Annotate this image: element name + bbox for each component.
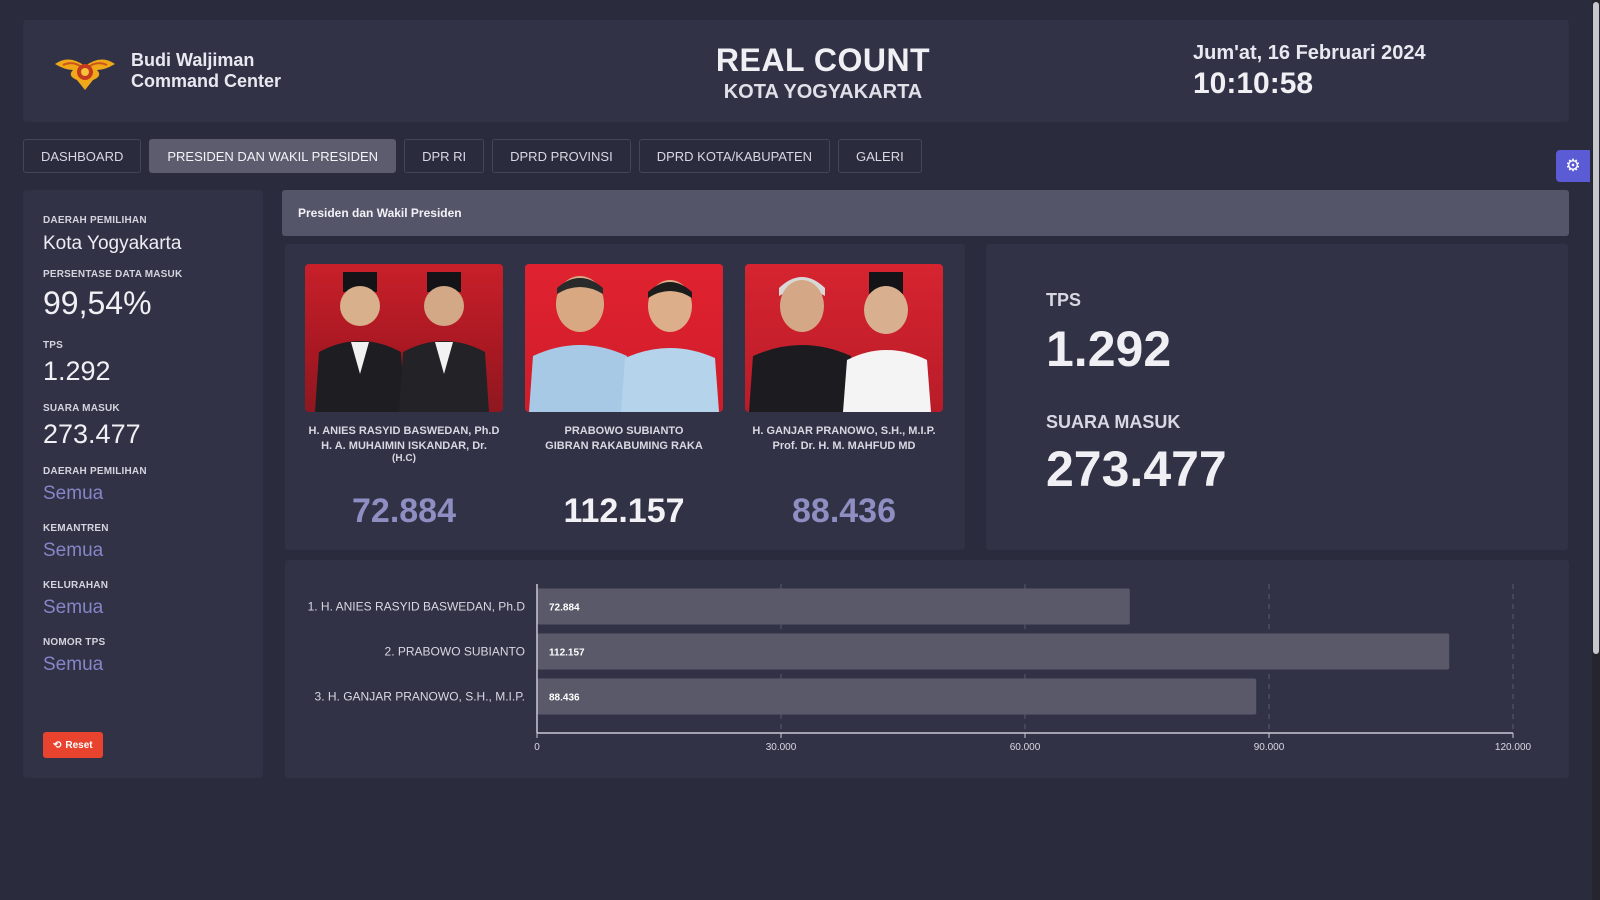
vote-bar-chart: 72.884 1. H. ANIES RASYID BASWEDAN, Ph.D 1… [308,584,1532,753]
tab-dprd-kota[interactable]: DPRD KOTA/KABUPATEN [638,139,831,173]
summary-panel: TPS 1.292 SUARA MASUK 273.477 [986,244,1568,550]
persen-label: PERSENTASE DATA MASUK [43,269,183,280]
brand-name: Budi Waljiman Command Center [131,50,281,92]
candidate-1-president: H. ANIES RASYID BASWEDAN, Ph.D [308,425,500,437]
tab-dashboard[interactable]: DASHBOARD [23,139,142,173]
current-time: 10:10:58 [1193,67,1314,100]
reset-label: Reset [65,739,93,751]
settings-button[interactable]: ⚙ [1556,150,1590,182]
dapil-label: DAERAH PEMILIHAN [43,215,147,226]
chart-bar [537,633,1450,670]
filter-sidebar: DAERAH PEMILIHAN Kota Yogyakarta PERSENT… [23,190,263,778]
chart-tick-label: 30.000 [766,742,797,753]
page-title: REAL COUNT KOTA YOGYAKARTA [603,42,1043,104]
filter-dapil-select[interactable]: Semua [43,483,243,505]
brand-line-1: Budi Waljiman [131,50,255,70]
candidate-photo-2 [525,264,723,412]
filter-tps-select[interactable]: Semua [43,654,243,676]
nav-tabs: DASHBOARD PRESIDEN DAN WAKIL PRESIDEN DP… [23,139,922,173]
chart-category-label: 1. H. ANIES RASYID BASWEDAN, Ph.D [308,600,526,614]
tab-presiden[interactable]: PRESIDEN DAN WAKIL PRESIDEN [149,139,397,173]
chart-tick-label: 90.000 [1254,742,1285,753]
candidate-3-president: H. GANJAR PRANOWO, S.H., M.I.P. [752,425,936,437]
title-subtitle: KOTA YOGYAKARTA [723,81,923,103]
chart-tick-label: 60.000 [1010,742,1041,753]
tab-dpr-ri[interactable]: DPR RI [404,139,485,173]
summary-tps-label: TPS [1046,290,1082,310]
candidate-card-1: H. ANIES RASYID BASWEDAN, Ph.D H. A. MUH… [305,264,503,531]
tab-dprd-provinsi[interactable]: DPRD PROVINSI [492,139,631,173]
reset-icon: ⟲ [53,739,62,751]
chart-category-label: 3. H. GANJAR PRANOWO, S.H., M.I.P. [315,690,525,704]
candidate-card-2: PRABOWO SUBIANTO GIBRAN RAKABUMING RAKA … [525,264,723,531]
filter-kelurahan-label: KELURAHAN [43,580,109,591]
candidate-photo-1 [305,264,503,412]
candidate-2-votes: 112.157 [563,492,685,530]
filter-dapil-label: DAERAH PEMILIHAN [43,466,147,477]
filter-kemantren-label: KEMANTREN [43,523,109,534]
filter-kemantren-select[interactable]: Semua [43,540,243,562]
candidates-panel: H. ANIES RASYID BASWEDAN, Ph.D H. A. MUH… [285,244,965,550]
chart-bar-value-label: 88.436 [549,693,580,704]
chart-bar [537,588,1130,625]
candidate-3-votes: 88.436 [792,492,896,530]
brand-line-2: Command Center [131,71,282,91]
candidate-2-vice: GIBRAN RAKABUMING RAKA [545,440,703,452]
filter-tps-label: NOMOR TPS [43,637,106,648]
candidate-1-vice-suffix: (H.C) [392,453,416,464]
gear-icon: ⚙ [1565,156,1581,175]
summary-suara-value: 273.477 [1046,441,1227,497]
candidate-photo-3 [745,264,943,412]
chart-bar-value-label: 72.884 [549,603,580,614]
candidate-2-president: PRABOWO SUBIANTO [564,425,684,437]
garuda-logo-icon [55,59,115,90]
candidate-1-vice: H. A. MUHAIMIN ISKANDAR, Dr. [321,440,487,452]
current-date: Jum'at, 16 Februari 2024 [1193,42,1426,64]
scrollbar-thumb[interactable] [1593,2,1599,654]
filter-kelurahan-select[interactable]: Semua [43,597,243,619]
panel-title: Presiden dan Wakil Presiden [282,190,1569,236]
candidate-card-3: H. GANJAR PRANOWO, S.H., M.I.P. Prof. Dr… [745,264,943,531]
chart-bar-value-label: 112.157 [549,648,585,659]
chart-tick-label: 0 [534,742,540,753]
candidate-names-1: H. ANIES RASYID BASWEDAN, Ph.D H. A. MUH… [305,424,503,480]
tab-galeri[interactable]: GALERI [838,139,922,173]
candidate-names-2: PRABOWO SUBIANTO GIBRAN RAKABUMING RAKA [525,424,723,480]
suara-label: SUARA MASUK [43,403,120,414]
vote-bar-chart-panel: 72.884 1. H. ANIES RASYID BASWEDAN, Ph.D 1… [285,560,1569,778]
tps-label: TPS [43,340,64,351]
dapil-value: Kota Yogyakarta [43,233,182,254]
candidate-3-vice: Prof. Dr. H. M. MAHFUD MD [772,440,916,452]
candidate-names-3: H. GANJAR PRANOWO, S.H., M.I.P. Prof. Dr… [745,424,943,480]
summary-tps-value: 1.292 [1046,321,1172,377]
reset-button[interactable]: ⟲ Reset [43,732,103,758]
persen-value: 99,54% [43,285,152,321]
summary-suara-label: SUARA MASUK [1046,412,1181,432]
header-bar: Budi Waljiman Command Center REAL COUNT … [23,20,1569,122]
chart-category-label: 2. PRABOWO SUBIANTO [385,645,525,659]
title-main: REAL COUNT [715,42,931,78]
chart-tick-label: 120.000 [1495,742,1532,753]
tps-value: 1.292 [43,356,111,386]
candidate-1-votes: 72.884 [352,492,456,530]
suara-value: 273.477 [43,419,141,449]
date-time: Jum'at, 16 Februari 2024 10:10:58 [1193,42,1426,101]
chart-bar [537,678,1257,715]
